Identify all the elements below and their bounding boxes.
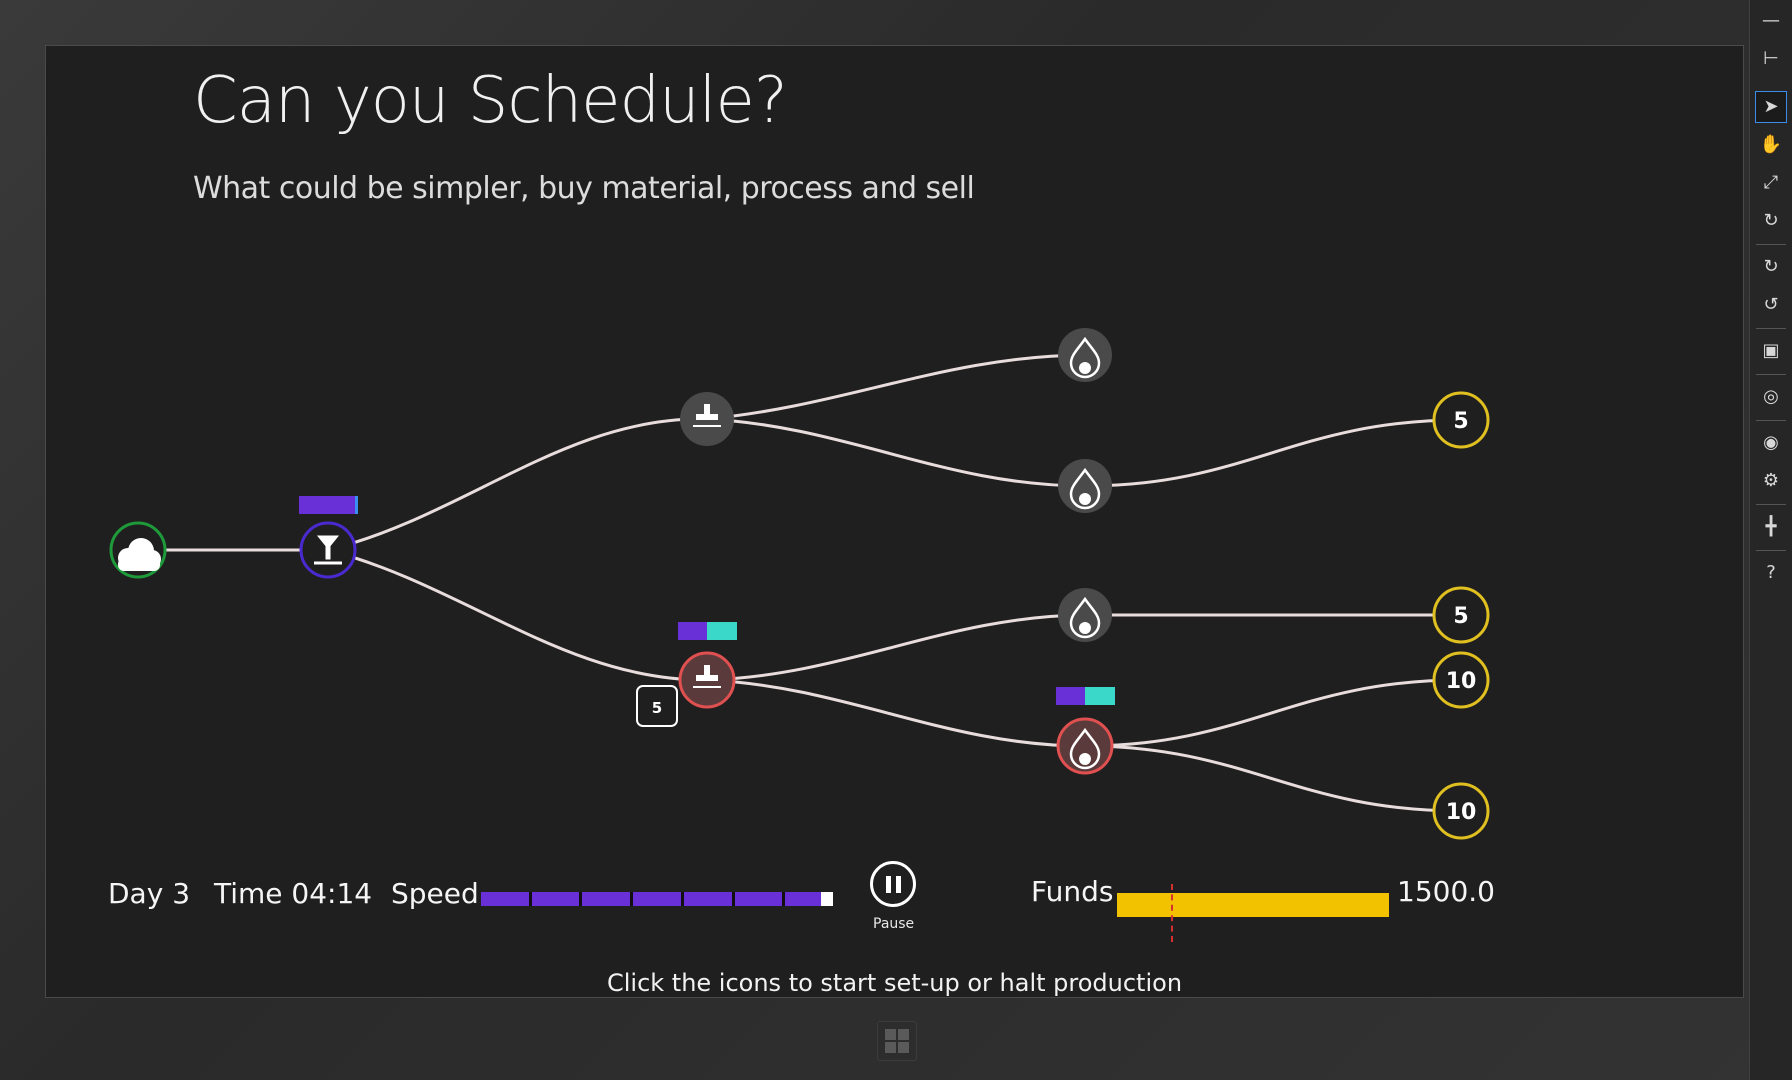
time-label: Time 04:14 — [214, 877, 373, 910]
toolbar-separator — [1756, 374, 1786, 375]
toolbar-separator — [1756, 328, 1786, 329]
gear-icon[interactable]: ⚙ — [1756, 466, 1786, 496]
monitor-icon[interactable]: ▣ — [1756, 336, 1786, 366]
pointer-icon[interactable]: ➤ — [1755, 91, 1787, 123]
pause-label: Pause — [873, 916, 915, 932]
help-icon[interactable]: ? — [1756, 558, 1786, 588]
edge-stampbot-drop3 — [706, 613, 1086, 682]
toolbar-separator — [1756, 244, 1786, 245]
toolbar-separator — [1756, 550, 1786, 551]
drop-node-4[interactable] — [1056, 717, 1114, 775]
hint-text: Click the icons to start set-up or halt … — [606, 969, 1183, 997]
network-icon[interactable]: ╋ — [1756, 512, 1786, 542]
funds-bar — [1117, 893, 1389, 917]
source-node[interactable] — [109, 521, 167, 579]
app-screen: Can you Schedule? What could be simpler,… — [45, 45, 1744, 998]
undo-icon[interactable]: ↺ — [1756, 290, 1786, 320]
pin-icon[interactable]: ⊢ — [1756, 44, 1786, 74]
edge-press-stamp-top — [327, 417, 708, 552]
funds-threshold-marker — [1171, 884, 1173, 942]
speed-label: Speed — [391, 877, 479, 910]
toolbar-separator — [1756, 504, 1786, 505]
sink-value: 5 — [1453, 604, 1468, 629]
sink-node-1: 5 — [1432, 391, 1490, 449]
stamp-node-bottom[interactable] — [678, 651, 736, 709]
press-node[interactable] — [299, 521, 357, 579]
camera-icon[interactable]: ◉ — [1756, 428, 1786, 458]
production-diagram: 5 5 5 10 10 — [109, 328, 1490, 840]
press-progress-tip — [355, 496, 358, 514]
drop-setup-bar-purple — [1056, 687, 1085, 705]
edge-press-stamp-bottom — [327, 548, 708, 682]
simulator-toolbar: — ⊢ ➤ ✋ ⤢ ↻ ↻ ↺ ▣ ◎ ◉ ⚙ ╋ ? — [1749, 0, 1792, 1080]
funds-label: Funds — [1031, 875, 1114, 908]
press-progress-bar — [299, 496, 357, 514]
toolbar-separator — [1756, 420, 1786, 421]
edge-stamptop-drop2 — [706, 417, 1086, 488]
sink-node-2: 5 — [1432, 586, 1490, 644]
stock-badge-value: 5 — [652, 699, 662, 717]
speed-slider[interactable] — [481, 892, 834, 906]
zoom-icon[interactable]: ⤢ — [1756, 168, 1786, 198]
sink-value: 10 — [1446, 669, 1477, 694]
sink-value: 10 — [1446, 800, 1477, 825]
drop-node-3[interactable] — [1058, 588, 1112, 642]
sink-node-4: 10 — [1432, 782, 1490, 840]
minimize-icon[interactable]: — — [1756, 6, 1786, 36]
edge-drop4-sink3 — [1084, 678, 1462, 748]
edge-drop4-sink4 — [1084, 744, 1462, 813]
globe-icon[interactable]: ◎ — [1756, 382, 1786, 412]
edge-stampbot-drop4 — [706, 678, 1086, 748]
drop-node-1[interactable] — [1058, 328, 1112, 382]
windows-button[interactable] — [877, 1021, 917, 1061]
pause-button[interactable] — [870, 861, 916, 907]
speed-slider-handle[interactable] — [821, 892, 833, 906]
stamp-node-top[interactable] — [680, 392, 734, 446]
hand-icon[interactable]: ✋ — [1756, 130, 1786, 160]
sink-node-3: 10 — [1432, 651, 1490, 709]
stock-badge: 5 — [636, 685, 678, 727]
edge-drop2-sink1 — [1084, 418, 1462, 488]
drop-node-2[interactable] — [1058, 459, 1112, 513]
refresh-icon[interactable]: ↻ — [1756, 252, 1786, 282]
rotate-icon[interactable]: ↻ — [1756, 206, 1786, 236]
stamp-setup-bar-purple — [678, 622, 707, 640]
funds-value: 1500.0 — [1397, 875, 1495, 908]
day-label: Day 3 — [108, 877, 191, 910]
sink-value: 5 — [1453, 409, 1468, 434]
edge-stamptop-drop1 — [706, 353, 1086, 421]
stamp-setup-bar-teal — [707, 622, 737, 640]
drop-setup-bar-teal — [1085, 687, 1115, 705]
